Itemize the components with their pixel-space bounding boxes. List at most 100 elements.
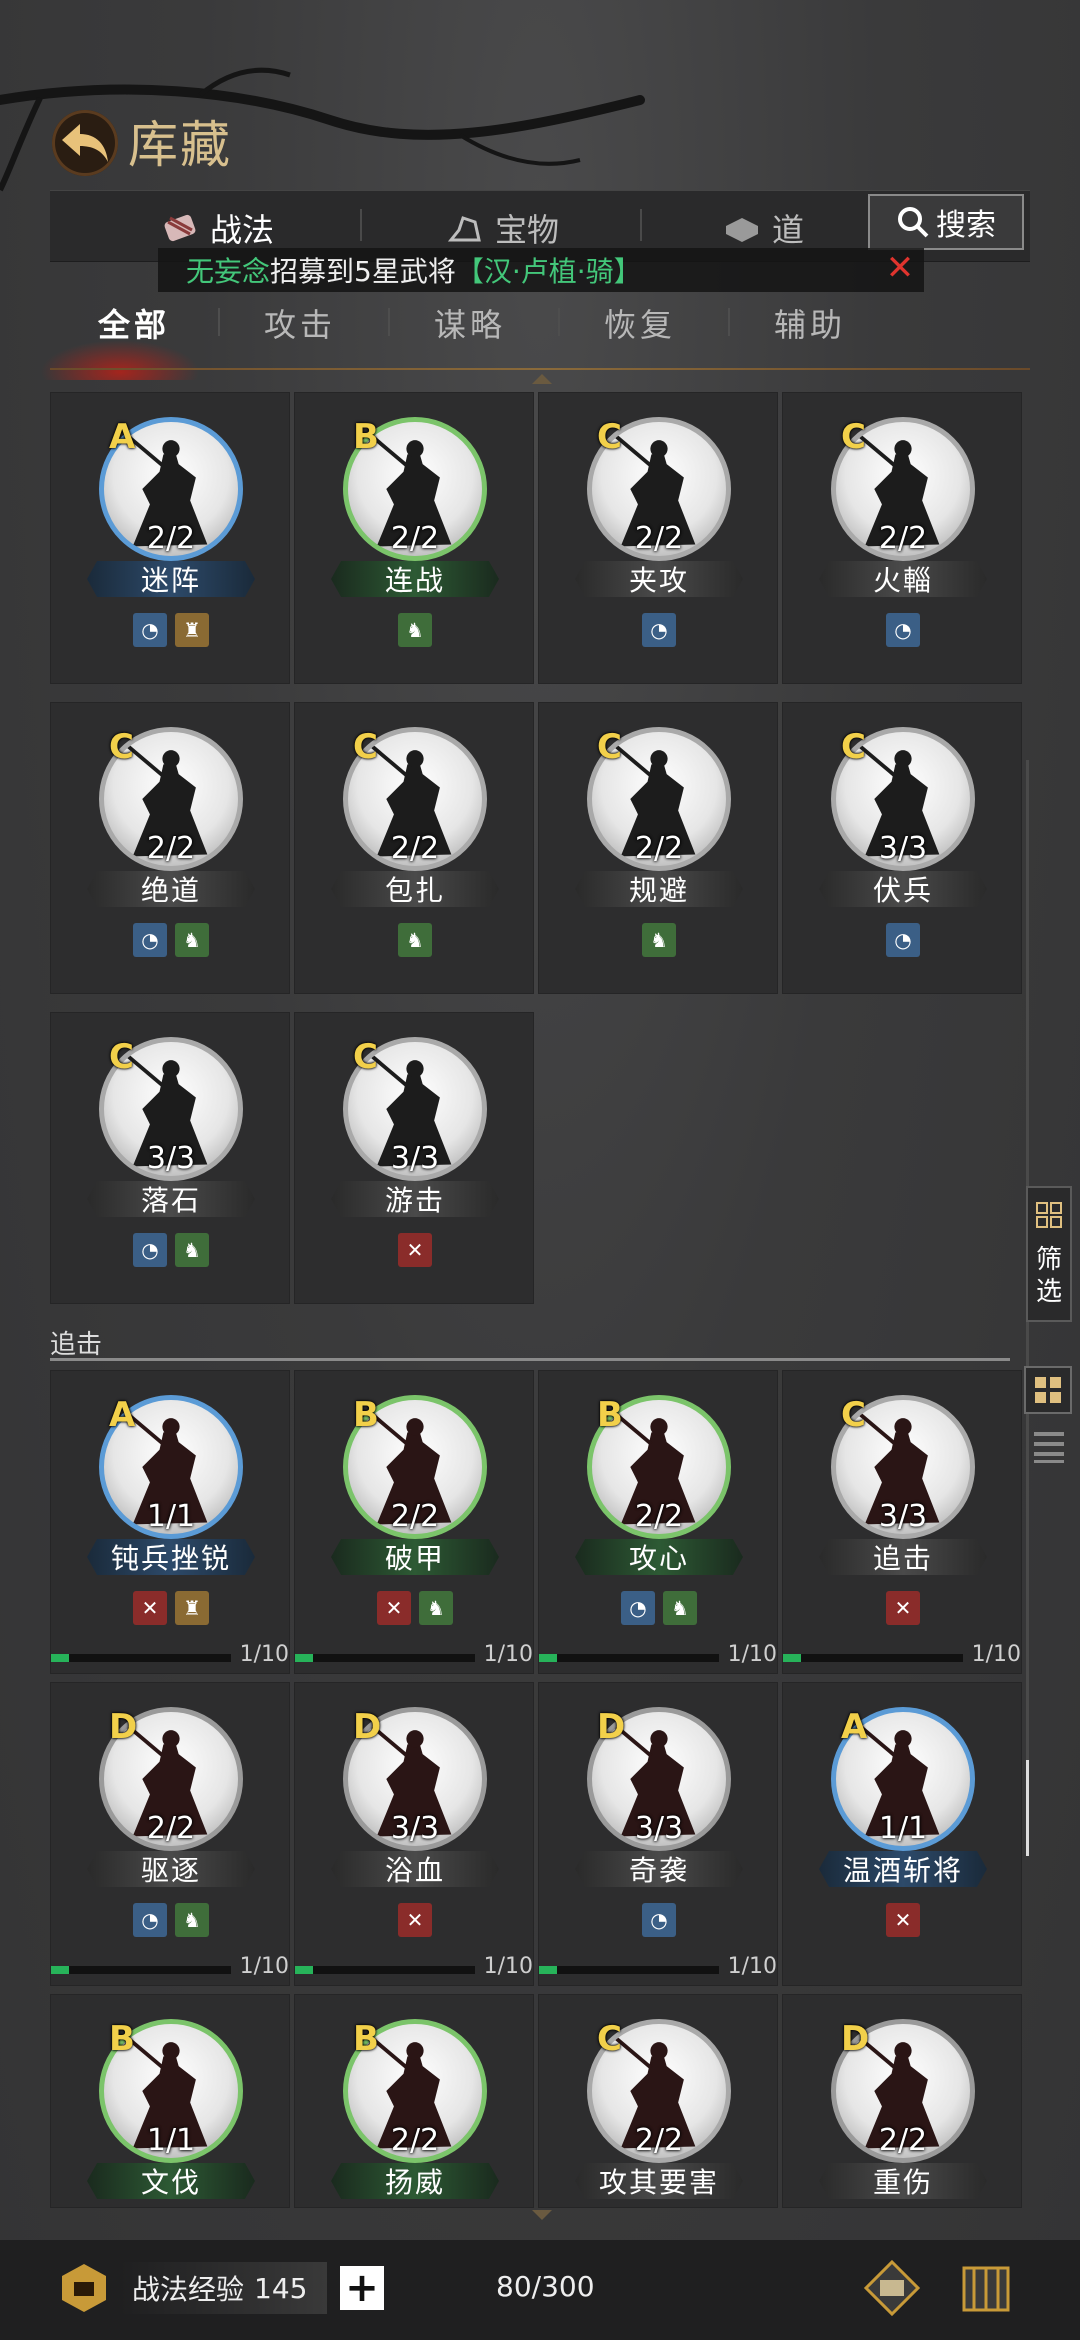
convert-button-icon[interactable] — [862, 2258, 922, 2318]
top-bar: 库藏 — [0, 0, 1080, 200]
progress-bar — [539, 1966, 719, 1974]
tactic-card[interactable]: C 2/2 攻其要害 — [538, 1994, 778, 2208]
scroll-icon — [164, 214, 196, 242]
tab-tactics[interactable]: 战法 — [160, 205, 274, 251]
tactic-count: 1/1 — [878, 1811, 928, 1846]
progress-text: 1/10 — [971, 1642, 1021, 1667]
tactic-card[interactable]: A 2/2 迷阵 ◔ ♜ — [50, 392, 290, 684]
filter-button[interactable]: 筛选 — [1026, 1186, 1072, 1322]
tactic-card[interactable]: D 3/3 浴血 ✕ 1/10 — [294, 1682, 534, 1986]
tactic-type-icons: ✕ ♞ — [295, 1591, 535, 1625]
tactic-count: 3/3 — [878, 1499, 928, 1534]
storage-button-icon[interactable] — [956, 2258, 1016, 2318]
tab-tactics-label: 战法 — [210, 211, 275, 249]
tactic-name: 绝道 — [87, 871, 255, 907]
scrollbar-thumb[interactable] — [1026, 1760, 1029, 1856]
progress-text: 1/10 — [483, 1642, 533, 1667]
filter-tab-support[interactable]: 辅助 — [774, 300, 846, 346]
tactic-count: 2/2 — [390, 2123, 440, 2158]
list-view-icon[interactable] — [1034, 1430, 1064, 1464]
tactic-card[interactable]: C 2/2 夹攻 ◔ — [538, 392, 778, 684]
divider — [640, 209, 642, 241]
search-button[interactable]: 搜索 — [868, 194, 1024, 250]
cross-swords-icon: ✕ — [398, 1903, 432, 1937]
item-icon — [726, 218, 758, 242]
grade-badge: B — [597, 1395, 623, 1435]
tactic-card[interactable]: C 2/2 火輜 ◔ — [782, 392, 1022, 684]
grade-badge: D — [597, 1707, 626, 1747]
tactic-count: 2/2 — [146, 521, 196, 556]
filter-tab-strategy[interactable]: 谋略 — [434, 300, 506, 346]
tactic-card[interactable]: A 1/1 温酒斩将 ✕ — [782, 1682, 1022, 1986]
exp-value: 145 — [254, 2271, 308, 2305]
tactic-name: 驱逐 — [87, 1851, 255, 1887]
tactic-card[interactable]: A 1/1 钝兵挫锐 ✕ ♜ 1/10 — [50, 1370, 290, 1674]
tactic-count: 2/2 — [634, 831, 684, 866]
close-icon[interactable]: ✕ — [882, 250, 918, 286]
progress-fill — [51, 1654, 69, 1662]
grid-view-button[interactable] — [1024, 1366, 1072, 1414]
tactic-count: 3/3 — [146, 1141, 196, 1176]
tactic-exp: 战法经验 145 — [120, 2262, 328, 2314]
upgrade-progress: 1/10 — [295, 1954, 535, 1980]
unit-icon: ♞ — [175, 1233, 209, 1267]
tactic-count: 2/2 — [634, 2123, 684, 2158]
grade-badge: C — [841, 1395, 866, 1435]
tactic-name: 包扎 — [331, 871, 499, 907]
progress-fill — [51, 1966, 69, 1974]
troop-type-icon: ◔ — [133, 1903, 167, 1937]
progress-bar — [51, 1966, 231, 1974]
grade-badge: C — [597, 727, 622, 767]
tactic-card[interactable]: B 2/2 扬威 — [294, 1994, 534, 2208]
tactic-card[interactable]: C 3/3 伏兵 ◔ — [782, 702, 1022, 994]
tab-items[interactable]: 道 — [722, 205, 804, 251]
tactic-card[interactable]: D 3/3 奇袭 ◔ 1/10 — [538, 1682, 778, 1986]
tactic-card[interactable]: C 3/3 落石 ◔ ♞ — [50, 1012, 290, 1304]
tactic-count: 1/1 — [146, 2123, 196, 2158]
tactic-count: 2/2 — [390, 831, 440, 866]
scroll-down-indicator — [532, 2210, 552, 2220]
grade-badge: B — [353, 1395, 379, 1435]
tactic-card[interactable]: B 1/1 文伐 — [50, 1994, 290, 2208]
divider — [728, 308, 730, 336]
troop-type-icon: ◔ — [642, 1903, 676, 1937]
troop-type-icon: ◔ — [133, 923, 167, 957]
tactic-count: 2/2 — [878, 521, 928, 556]
tactic-card[interactable]: C 3/3 追击 ✕ 1/10 — [782, 1370, 1022, 1674]
tactic-card[interactable]: C 3/3 游击 ✕ — [294, 1012, 534, 1304]
tactic-count: 1/1 — [146, 1499, 196, 1534]
grade-badge: B — [109, 2019, 135, 2059]
tactic-card[interactable]: C 2/2 绝道 ◔ ♞ — [50, 702, 290, 994]
tactic-type-icons: ◔ ♞ — [539, 1591, 779, 1625]
add-exp-button[interactable]: + — [340, 2266, 384, 2310]
tab-treasure[interactable]: 宝物 — [445, 205, 559, 251]
tactic-count: 3/3 — [390, 1141, 440, 1176]
tactic-card[interactable]: C 2/2 规避 ♞ — [538, 702, 778, 994]
troop-type-icon: ◔ — [642, 613, 676, 647]
filter-tab-attack[interactable]: 攻击 — [264, 300, 336, 346]
tactic-name: 温酒斩将 — [819, 1851, 987, 1887]
helmet-icon: ♜ — [175, 1591, 209, 1625]
tactic-count: 2/2 — [390, 1499, 440, 1534]
back-button[interactable] — [52, 110, 118, 176]
tactic-card[interactable]: B 2/2 破甲 ✕ ♞ 1/10 — [294, 1370, 534, 1674]
tactic-card[interactable]: B 2/2 攻心 ◔ ♞ 1/10 — [538, 1370, 778, 1674]
tactic-count: 2/2 — [878, 2123, 928, 2158]
troop-type-icon: ◔ — [133, 613, 167, 647]
tactic-type-icons: ◔ ♞ — [51, 923, 291, 957]
tactic-card[interactable]: D 2/2 重伤 — [782, 1994, 1022, 2208]
troop-type-icon: ◔ — [133, 1233, 167, 1267]
cross-swords-icon: ✕ — [886, 1903, 920, 1937]
tactic-card[interactable]: D 2/2 驱逐 ◔ ♞ 1/10 — [50, 1682, 290, 1986]
tactic-card[interactable]: C 2/2 包扎 ♞ — [294, 702, 534, 994]
grade-badge: C — [109, 1037, 134, 1077]
treasure-icon — [447, 216, 481, 242]
filter-tab-recovery[interactable]: 恢复 — [604, 300, 676, 346]
tactic-card[interactable]: B 2/2 连战 ♞ — [294, 392, 534, 684]
grade-badge: A — [109, 1395, 136, 1435]
cross-swords-icon: ✕ — [886, 1591, 920, 1625]
back-arrow-icon — [62, 124, 108, 162]
active-tab-glow — [40, 340, 200, 380]
exp-label: 战法经验 — [132, 2273, 245, 2306]
tactic-name: 夹攻 — [575, 561, 743, 597]
